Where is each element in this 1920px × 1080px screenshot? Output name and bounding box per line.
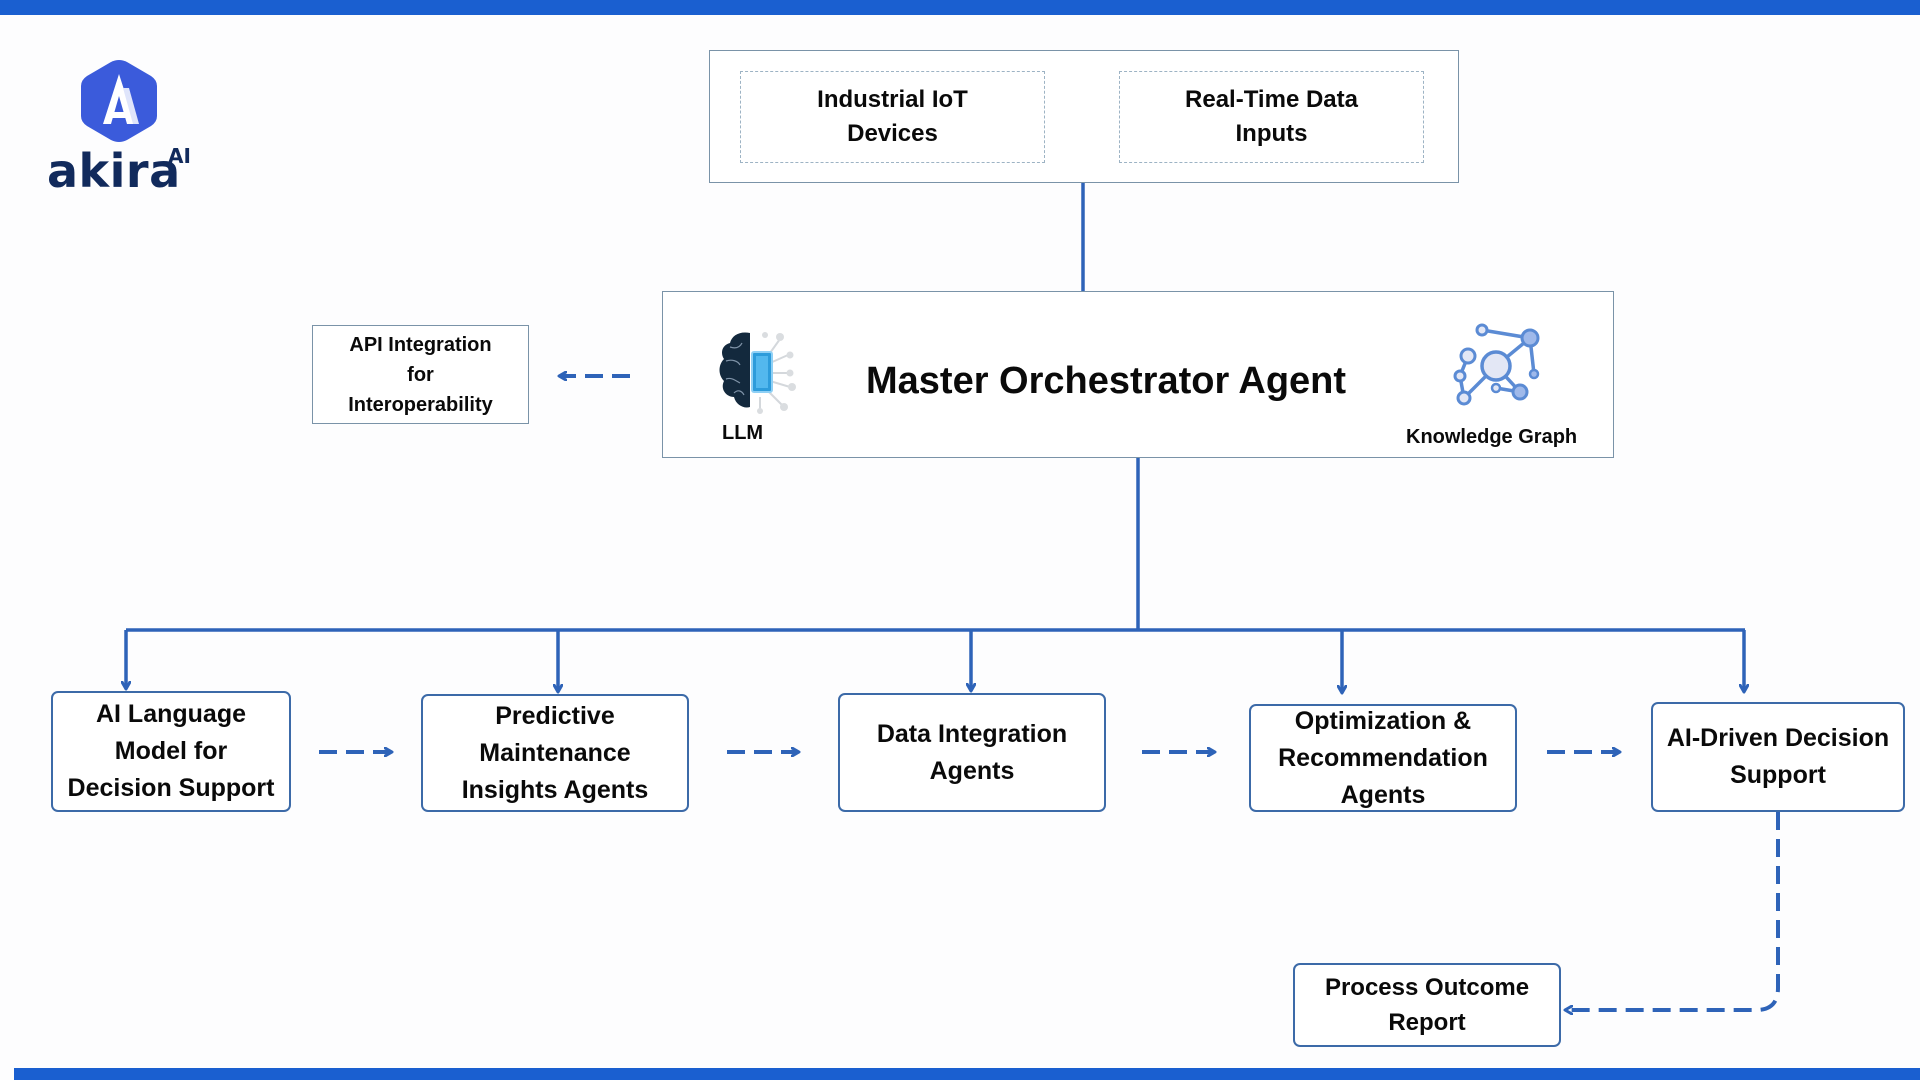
api-line-3: Interoperability [348,393,493,416]
report-line-1: Process Outcome [1324,974,1530,1001]
input-iot-devices-line-2: Devices [847,120,938,147]
agent-5-line-1: AI-Driven Decision [1666,724,1890,752]
knowledge-graph-label: Knowledge Graph [1406,426,1578,448]
llm-label: LLM [722,422,764,444]
api-integration-box[interactable]: API Integration for Interoperability [312,325,529,424]
agent-3-line-1: Data Integration [876,719,1068,748]
agent-2-line-3: Insights Agents [461,775,649,804]
api-line-1: API Integration [349,333,492,356]
agent-1-line-3: Decision Support [67,774,275,802]
brain-chip-icon [719,332,796,414]
input-realtime-data-line-1: Real-Time Data [1185,86,1358,113]
agent-2-line-2: Maintenance [479,738,631,767]
agent-optimization-recommendation[interactable]: Optimization & Recommendation Agents [1249,704,1517,812]
agent-4-line-1: Optimization & [1294,706,1472,735]
agent-4-line-3: Agents [1340,780,1426,809]
agent-1-line-1: AI Language [95,700,246,728]
agent-4-line-2: Recommendation [1278,743,1488,772]
agent-3-line-2: Agents [929,756,1015,785]
input-realtime-data[interactable]: Real-Time Data Inputs [1119,71,1424,163]
process-outcome-report-box[interactable]: Process Outcome Report [1293,963,1561,1047]
agent-data-integration[interactable]: Data Integration Agents [838,693,1106,812]
agent-5-line-2: Support [1730,761,1826,789]
agent-1-line-2: Model for [114,737,228,765]
master-orchestrator-title: Master Orchestrator Agent [866,360,1347,402]
agent-2-line-1: Predictive [495,701,615,730]
decision-to-report-arrow [1566,812,1780,1010]
report-line-2: Report [1388,1009,1466,1036]
api-line-2: for [407,363,434,386]
agent-ai-driven-decision-support[interactable]: AI-Driven Decision Support [1651,702,1905,812]
network-graph-icon [1453,323,1540,406]
agent-predictive-maintenance[interactable]: Predictive Maintenance Insights Agents [421,694,689,812]
input-iot-devices-line-1: Industrial IoT [817,86,968,113]
input-iot-devices[interactable]: Industrial IoT Devices [740,71,1045,163]
agent-ai-language-model[interactable]: AI Language Model for Decision Support [51,691,291,812]
input-realtime-data-line-2: Inputs [1235,120,1308,147]
